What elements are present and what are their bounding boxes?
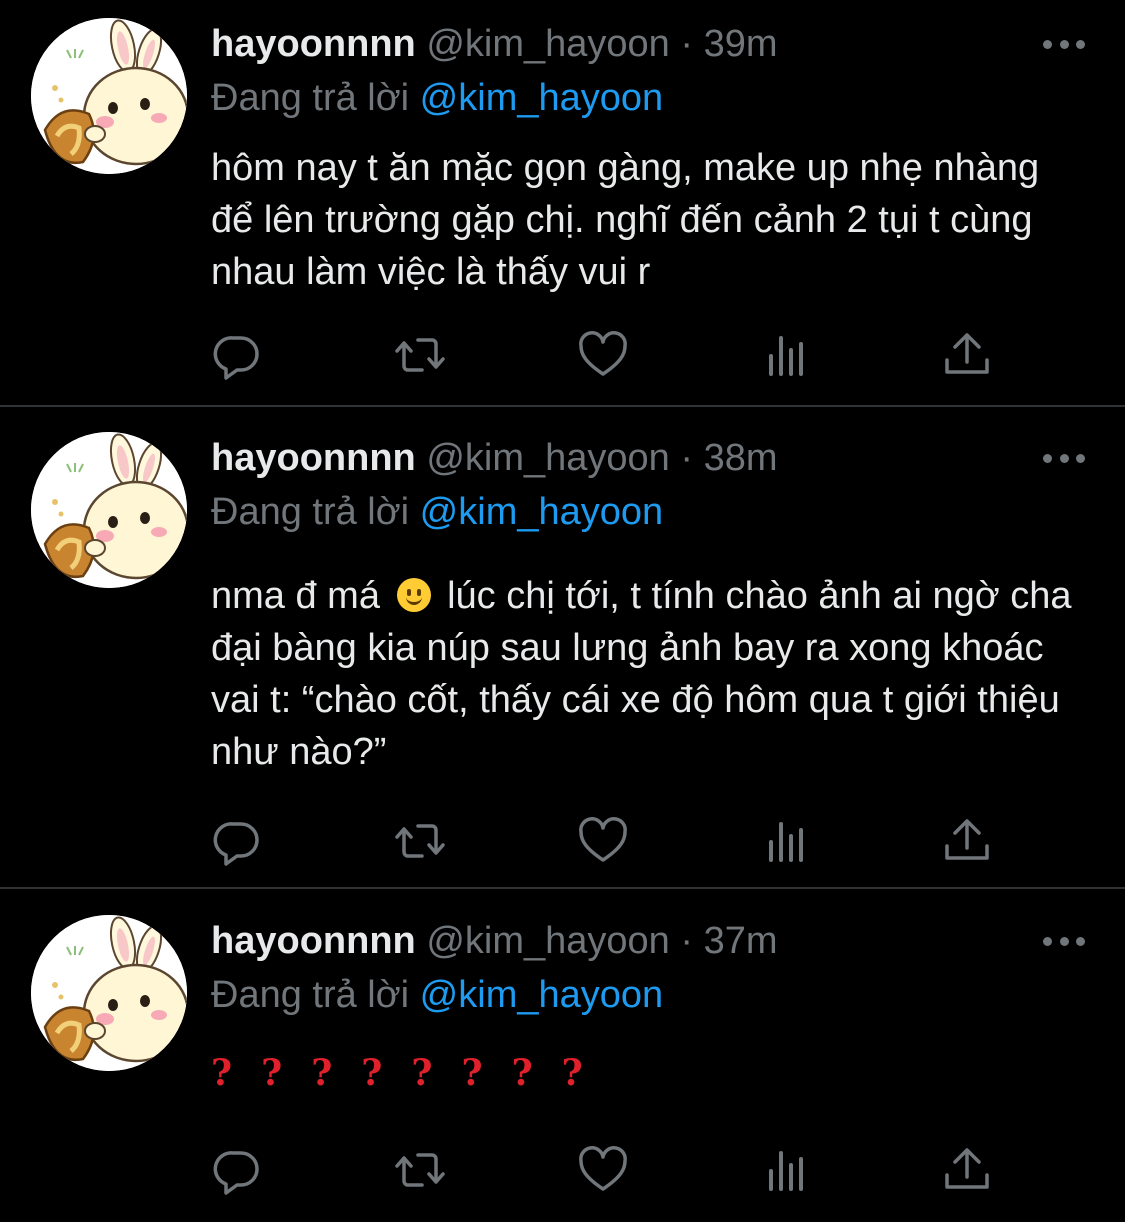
tweet-header: hayoonnnn @kim_hayoon · 37m	[211, 919, 778, 963]
reply-icon[interactable]	[211, 330, 263, 380]
avatar[interactable]	[31, 432, 187, 588]
share-icon[interactable]	[941, 330, 993, 380]
share-icon[interactable]	[941, 816, 993, 866]
handle[interactable]: @kim_hayoon	[426, 23, 669, 65]
reply-icon[interactable]	[211, 816, 263, 866]
handle[interactable]: @kim_hayoon	[426, 437, 669, 479]
analytics-icon[interactable]	[761, 1145, 813, 1195]
reply-prefix: Đang trả lời	[211, 77, 410, 119]
handle[interactable]: @kim_hayoon	[426, 920, 669, 962]
avatar[interactable]	[31, 18, 187, 174]
reply-mention-link[interactable]: @kim_hayoon	[420, 77, 663, 119]
timestamp[interactable]: 37m	[704, 920, 778, 962]
avatar[interactable]	[31, 915, 187, 1071]
display-name[interactable]: hayoonnnn	[211, 920, 416, 962]
tweet[interactable]: hayoonnnn @kim_hayoon · 38m Đang trả lời…	[0, 414, 1125, 887]
action-bar	[211, 1145, 1011, 1195]
reply-context: Đang trả lời @kim_hayoon	[211, 973, 663, 1017]
tweet[interactable]: hayoonnnn @kim_hayoon · 37m Đang trả lời…	[0, 897, 1125, 1222]
tweet-header: hayoonnnn @kim_hayoon · 39m	[211, 22, 778, 66]
reply-mention-link[interactable]: @kim_hayoon	[420, 491, 663, 533]
display-name[interactable]: hayoonnnn	[211, 23, 416, 65]
tweet-text: hôm nay t ăn mặc gọn gàng, make up nhẹ n…	[211, 147, 1040, 293]
share-icon[interactable]	[941, 1145, 993, 1195]
reply-context: Đang trả lời @kim_hayoon	[211, 490, 663, 534]
more-options-icon[interactable]	[1043, 438, 1085, 478]
tweet-text: ????????	[211, 1052, 612, 1094]
separator: ·	[680, 23, 694, 65]
more-options-icon[interactable]	[1043, 921, 1085, 961]
divider	[0, 405, 1125, 407]
analytics-icon[interactable]	[761, 330, 813, 380]
tweet-text: nma đ má lúc chị tới, t tính chào ảnh ai…	[211, 570, 1091, 778]
action-bar	[211, 816, 1011, 866]
separator: ·	[680, 437, 694, 479]
reply-context: Đang trả lời @kim_hayoon	[211, 76, 663, 120]
timestamp[interactable]: 39m	[704, 23, 778, 65]
display-name[interactable]: hayoonnnn	[211, 437, 416, 479]
analytics-icon[interactable]	[761, 816, 813, 866]
retweet-icon[interactable]	[394, 1145, 446, 1195]
tweet-text-part: nma đ má	[211, 575, 380, 617]
more-options-icon[interactable]	[1043, 24, 1085, 64]
reply-icon[interactable]	[211, 1145, 263, 1195]
like-icon[interactable]	[577, 330, 629, 380]
like-icon[interactable]	[577, 816, 629, 866]
tweet[interactable]: hayoonnnn @kim_hayoon · 39m Đang trả lời…	[0, 0, 1125, 405]
like-icon[interactable]	[577, 1145, 629, 1195]
timestamp[interactable]: 38m	[704, 437, 778, 479]
reply-mention-link[interactable]: @kim_hayoon	[420, 974, 663, 1016]
slightly-smiling-face-emoji	[396, 578, 431, 612]
tweet-header: hayoonnnn @kim_hayoon · 38m	[211, 436, 778, 480]
reply-prefix: Đang trả lời	[211, 491, 410, 533]
divider	[0, 887, 1125, 889]
separator: ·	[680, 920, 694, 962]
action-bar	[211, 330, 1011, 380]
retweet-icon[interactable]	[394, 816, 446, 866]
reply-prefix: Đang trả lời	[211, 974, 410, 1016]
retweet-icon[interactable]	[394, 330, 446, 380]
